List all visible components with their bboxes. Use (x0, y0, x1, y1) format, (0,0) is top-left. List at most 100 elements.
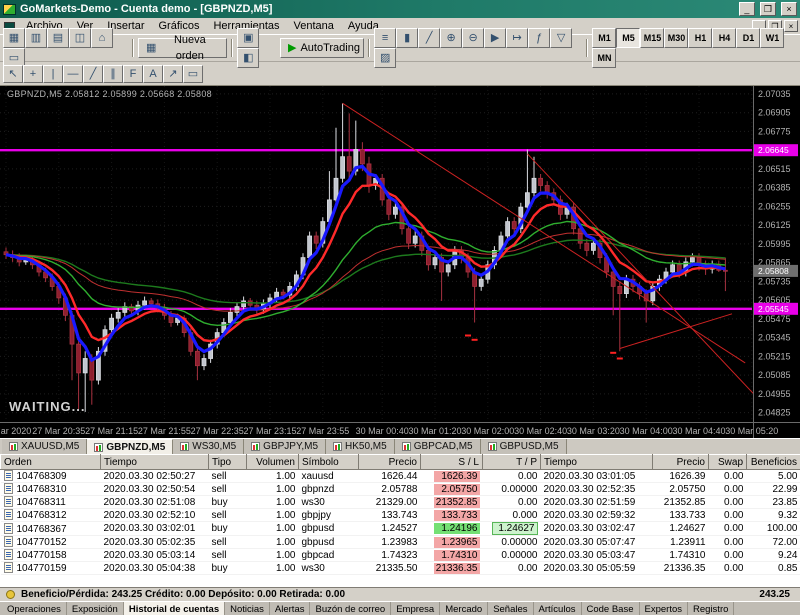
history-col-volumen[interactable]: Volumen (247, 455, 299, 470)
text-label-button[interactable]: A (143, 65, 163, 83)
crosshair-button[interactable]: + (23, 65, 43, 83)
chart-tab-label: GBPUSD,M5 (500, 441, 559, 452)
window-close-button[interactable]: × (781, 2, 797, 16)
navigator-button[interactable]: ⌂ (91, 28, 113, 48)
history-col-simbolo[interactable]: Símbolo (299, 455, 359, 470)
timeframe-h1-button[interactable]: H1 (688, 28, 712, 48)
fibonacci-retracement-button[interactable]: F (123, 65, 143, 83)
tab-mercado[interactable]: Mercado (440, 602, 488, 615)
tab-buzon-de-correo[interactable]: Buzón de correo (310, 602, 391, 615)
new-chart-button[interactable]: ▦ (3, 28, 25, 48)
timeframe-m1-button[interactable]: M1 (592, 28, 616, 48)
cursor-button[interactable]: ↖ (3, 65, 23, 83)
timeframe-w1-button[interactable]: W1 (760, 28, 784, 48)
price-axis[interactable] (754, 86, 800, 422)
tab-historial-de-cuentas[interactable]: Historial de cuentas (124, 602, 225, 615)
shapes-button[interactable]: ▭ (183, 65, 203, 83)
mini-chart-icon (94, 443, 103, 452)
tab-expertos[interactable]: Expertos (640, 602, 689, 615)
periods-button[interactable]: ▽ (550, 28, 572, 48)
timeframe-m30-button[interactable]: M30 (664, 28, 688, 48)
time-axis[interactable] (0, 422, 800, 438)
timeframe-h4-button[interactable]: H4 (712, 28, 736, 48)
chart-tab-gbpusd-m5[interactable]: GBPUSD,M5 (481, 439, 567, 454)
chart-tab-ws30-m5[interactable]: WS30,M5 (173, 439, 244, 454)
history-row[interactable]: 1047683122020.03.30 02:52:10sell1.00gbpj… (1, 509, 800, 522)
arrow-object-button[interactable]: ↗ (163, 65, 183, 83)
chart-tab-gbpcad-m5[interactable]: GBPCAD,M5 (395, 439, 481, 454)
window-minimize-button[interactable]: _ (739, 2, 755, 16)
history-col-tiempo[interactable]: Tiempo (101, 455, 209, 470)
tab-noticias[interactable]: Noticias (225, 602, 270, 615)
zoom-in-button[interactable]: ⊕ (440, 28, 462, 48)
line-chart-button[interactable]: ╱ (418, 28, 440, 48)
data-window-button[interactable]: ◫ (69, 28, 91, 48)
history-col-precio[interactable]: Precio (359, 455, 421, 470)
strategy-tester-button[interactable]: ▣ (237, 28, 259, 48)
order-doc-icon (4, 496, 13, 507)
tab-alertas[interactable]: Alertas (270, 602, 311, 615)
metaeditor-button[interactable]: ◧ (237, 48, 259, 68)
profiles-button[interactable]: ▥ (25, 28, 47, 48)
history-col-orden[interactable]: Orden (1, 455, 101, 470)
bar-chart-button[interactable]: ≡ (374, 28, 396, 48)
history-row[interactable]: 1047683672020.03.30 03:02:01buy1.00gbpus… (1, 522, 800, 536)
market-watch-button[interactable]: ▤ (47, 28, 69, 48)
zoom-out-button[interactable]: ⊖ (462, 28, 484, 48)
menu-ventana[interactable]: Ventana (287, 19, 341, 33)
candlestick-chart-button[interactable]: ▮ (396, 28, 418, 48)
history-col-swap[interactable]: Swap (709, 455, 747, 470)
autotrading-button[interactable]: ▶ AutoTrading (280, 38, 364, 58)
chart-tab-gbpnzd-m5[interactable]: GBPNZD,M5 (87, 439, 173, 454)
tab-operaciones[interactable]: Operaciones (2, 602, 67, 615)
tab-senales[interactable]: Señales (488, 602, 533, 615)
auto-scroll-button[interactable]: ▶ (484, 28, 506, 48)
history-row[interactable]: 1047683092020.03.30 02:50:27sell1.00xauu… (1, 470, 800, 483)
templates-button[interactable]: ▨ (374, 48, 396, 68)
ea-status-label: WAITING... (9, 399, 85, 414)
order-id: 104770158 (17, 550, 67, 561)
chart-shift-button[interactable]: ↦ (506, 28, 528, 48)
chart-tab-hk50-m5[interactable]: HK50,M5 (326, 439, 395, 454)
chart-tab-xauusd-m5[interactable]: XAUUSD,M5 (2, 439, 87, 454)
history-row[interactable]: 1047701592020.03.30 05:04:38buy1.00ws302… (1, 562, 800, 575)
tab-exposicion[interactable]: Exposición (67, 602, 124, 615)
tab-registro[interactable]: Registro (688, 602, 734, 615)
order-id: 104768309 (17, 471, 67, 482)
window-restore-button[interactable]: ❒ (760, 2, 776, 16)
zoom-out-icon: ⊖ (469, 32, 478, 44)
new-chart-icon: ▦ (9, 32, 19, 44)
history-row[interactable]: 1047683112020.03.30 02:51:08buy1.00ws302… (1, 496, 800, 509)
tab-articulos[interactable]: Artículos (534, 602, 582, 615)
equidistant-channel-button[interactable]: ∥ (103, 65, 123, 83)
vertical-line-button[interactable]: | (43, 65, 63, 83)
timeframe-m15-button[interactable]: M15 (640, 28, 664, 48)
history-col-beneficios[interactable]: Beneficios (747, 455, 800, 470)
chart-tab-gbpjpy-m5[interactable]: GBPJPY,M5 (244, 439, 326, 454)
history-col-tipo[interactable]: Tipo (209, 455, 247, 470)
history-col-precio[interactable]: Precio (653, 455, 709, 470)
fibonacci-retracement-icon: F (130, 68, 137, 80)
tab-empresa[interactable]: Empresa (391, 602, 440, 615)
horizontal-line-button[interactable]: — (63, 65, 83, 83)
history-col-tiempo[interactable]: Tiempo (541, 455, 653, 470)
new-order-button[interactable]: ▦ Nueva orden (138, 38, 227, 58)
chart-area: 2.070352.069052.067752.066452.065152.063… (0, 86, 800, 438)
indicators-list-button[interactable]: ƒ (528, 28, 550, 48)
tab-code-base[interactable]: Code Base (582, 602, 640, 615)
text-label-icon: A (149, 68, 156, 80)
timeframe-mn-button[interactable]: MN (592, 48, 616, 68)
take-profit: 0.00 (483, 562, 541, 575)
timeframe-d1-button[interactable]: D1 (736, 28, 760, 48)
trendline-button[interactable]: ╱ (83, 65, 103, 83)
chart-canvas[interactable]: 2.070352.069052.067752.066452.065152.063… (0, 86, 800, 438)
history-col-t-p[interactable]: T / P (483, 455, 541, 470)
history-row[interactable]: 1047701582020.03.30 05:03:14sell1.00gbpc… (1, 549, 800, 562)
open-time: 2020.03.30 02:50:27 (101, 470, 209, 483)
close-price: 1.24627 (653, 522, 709, 536)
history-row[interactable]: 1047701522020.03.30 05:02:35sell1.00gbpu… (1, 536, 800, 549)
timeframe-m5-button[interactable]: M5 (616, 28, 640, 48)
history-row[interactable]: 1047683102020.03.30 02:50:54sell1.00gbpn… (1, 483, 800, 496)
history-col-s-l[interactable]: S / L (421, 455, 483, 470)
menu-graficos[interactable]: Gráficos (152, 19, 207, 33)
